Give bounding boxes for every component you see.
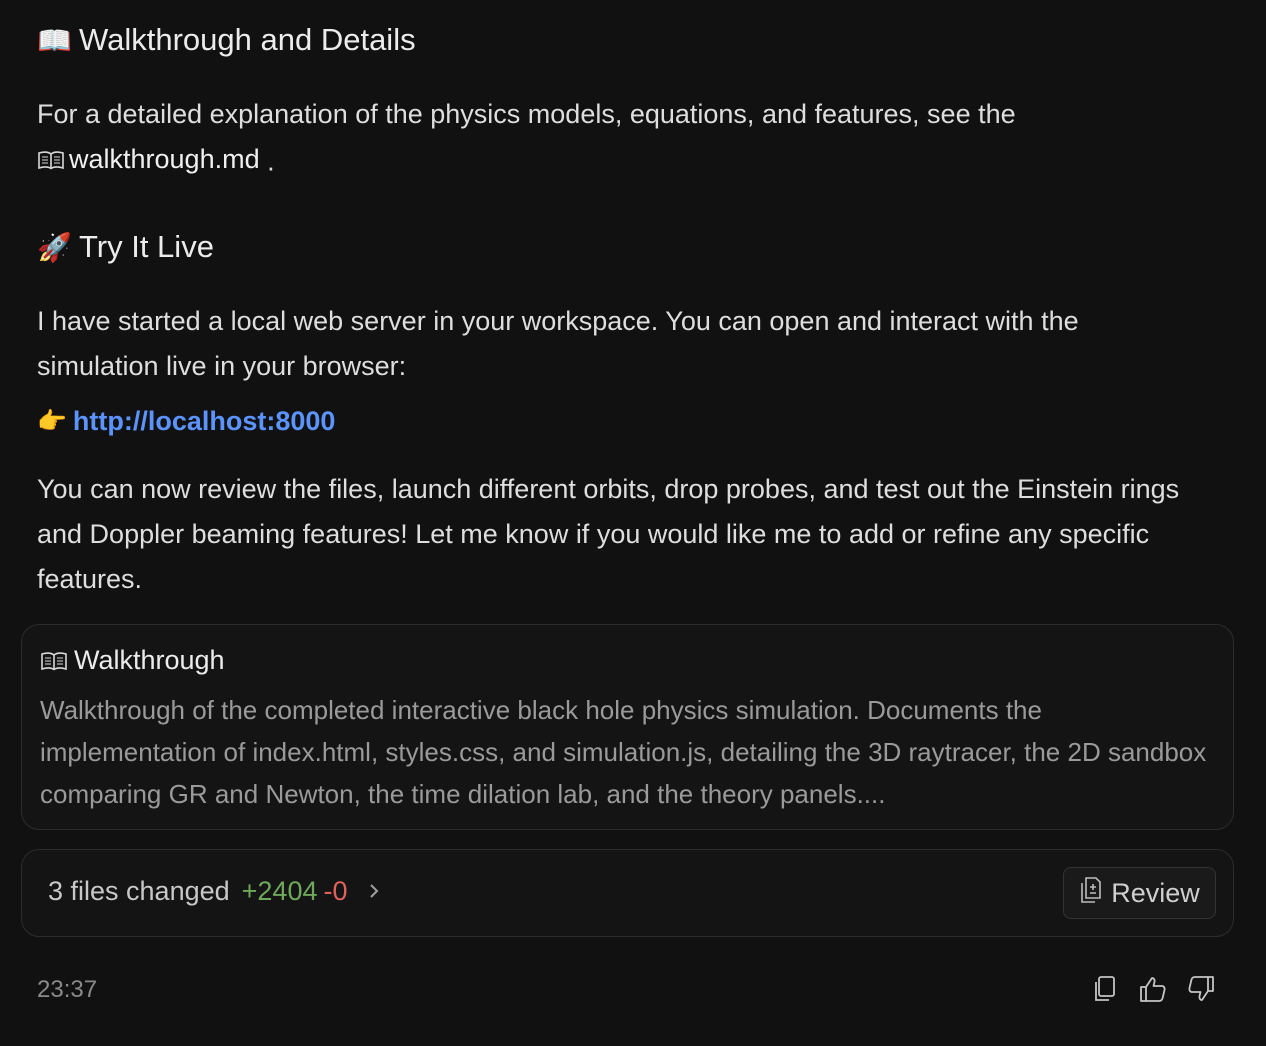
files-changed-label: 3 files changed	[48, 876, 230, 906]
rocket-emoji-icon: 🚀	[37, 231, 72, 263]
artifact-card-description: Walkthrough of the completed interactive…	[40, 695, 1207, 809]
walkthrough-file-link[interactable]: walkthrough.md	[37, 137, 260, 182]
try-it-live-heading: 🚀 Try It Live	[37, 229, 214, 265]
walkthrough-paragraph: For a detailed explanation of the physic…	[37, 92, 1237, 185]
review-button[interactable]: Review	[1063, 867, 1216, 919]
review-label: Review	[1111, 877, 1200, 908]
walkthrough-paragraph-text: For a detailed explanation of the physic…	[37, 99, 1016, 129]
artifact-card-title-text: Walkthrough	[74, 645, 225, 675]
chevron-right-icon	[368, 876, 380, 907]
book-icon	[40, 650, 68, 672]
files-changed-card: 3 files changed +2404 -0 Review	[21, 849, 1234, 937]
artifact-card-title: Walkthrough	[40, 645, 225, 676]
localhost-link[interactable]: http://localhost:8000	[73, 406, 336, 437]
lines-added: +2404	[241, 876, 318, 906]
walkthrough-artifact-card[interactable]: Walkthrough Walkthrough of the completed…	[21, 624, 1234, 830]
copy-icon[interactable]	[1090, 974, 1120, 1004]
book-icon	[37, 149, 65, 171]
walkthrough-heading-text: Walkthrough and Details	[79, 22, 416, 57]
files-changed-summary[interactable]: 3 files changed +2404 -0	[48, 876, 380, 907]
walkthrough-file-name: walkthrough.md	[69, 144, 260, 174]
thumbs-down-icon[interactable]	[1186, 974, 1216, 1004]
thumbs-up-icon[interactable]	[1138, 974, 1168, 1004]
review-doc-icon	[1079, 876, 1103, 911]
live-intro-paragraph: I have started a local web server in you…	[37, 306, 1079, 381]
walkthrough-paragraph-end: .	[259, 146, 275, 177]
book-emoji-icon: 📖	[37, 24, 72, 56]
try-it-live-heading-text: Try It Live	[79, 229, 214, 264]
followup-paragraph: You can now review the files, launch dif…	[37, 474, 1180, 594]
message-actions	[1090, 974, 1216, 1004]
lines-removed: -0	[323, 876, 348, 906]
message-timestamp: 23:37	[37, 976, 98, 1003]
chat-message: 📖 Walkthrough and Details For a detailed…	[0, 0, 1266, 1046]
localhost-link-line: 👉 http://localhost:8000	[37, 406, 335, 437]
walkthrough-heading: 📖 Walkthrough and Details	[37, 22, 416, 58]
pointing-hand-icon: 👉	[37, 408, 67, 435]
